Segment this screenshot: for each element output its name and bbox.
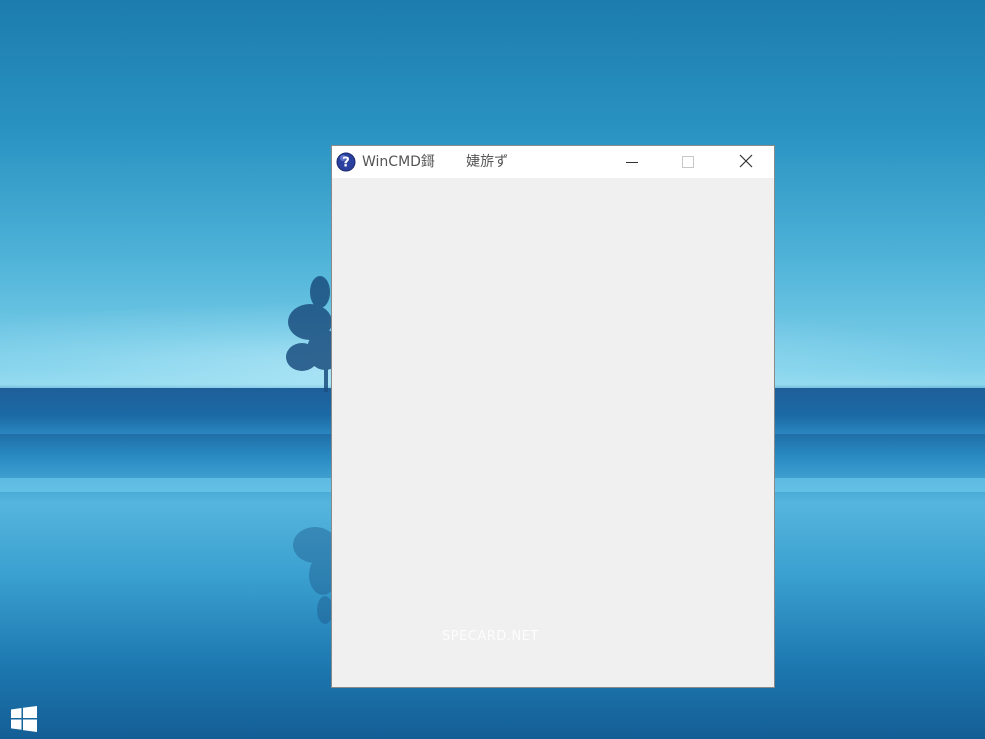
window-client-area[interactable]: [332, 178, 774, 687]
title-bar[interactable]: ? WinCMD鎶 婕旂ず: [332, 146, 774, 178]
close-button[interactable]: [718, 146, 774, 178]
close-icon: [739, 153, 753, 172]
maximize-button[interactable]: [660, 146, 716, 178]
help-question-icon[interactable]: ?: [336, 152, 356, 172]
desktop: ? WinCMD鎶 婕旂ず SPECARD.NET: [0, 0, 985, 739]
window-title: WinCMD鎶 婕旂ず: [362, 154, 509, 170]
start-button[interactable]: [11, 706, 37, 732]
wincmd-window[interactable]: ? WinCMD鎶 婕旂ず SPECARD.NET: [331, 145, 775, 688]
maximize-icon: [682, 153, 694, 172]
svg-text:?: ?: [342, 156, 350, 171]
minimize-icon: [626, 153, 638, 172]
minimize-button[interactable]: [604, 146, 660, 178]
watermark: SPECARD.NET: [442, 629, 539, 644]
windows-logo-icon: [11, 706, 37, 736]
